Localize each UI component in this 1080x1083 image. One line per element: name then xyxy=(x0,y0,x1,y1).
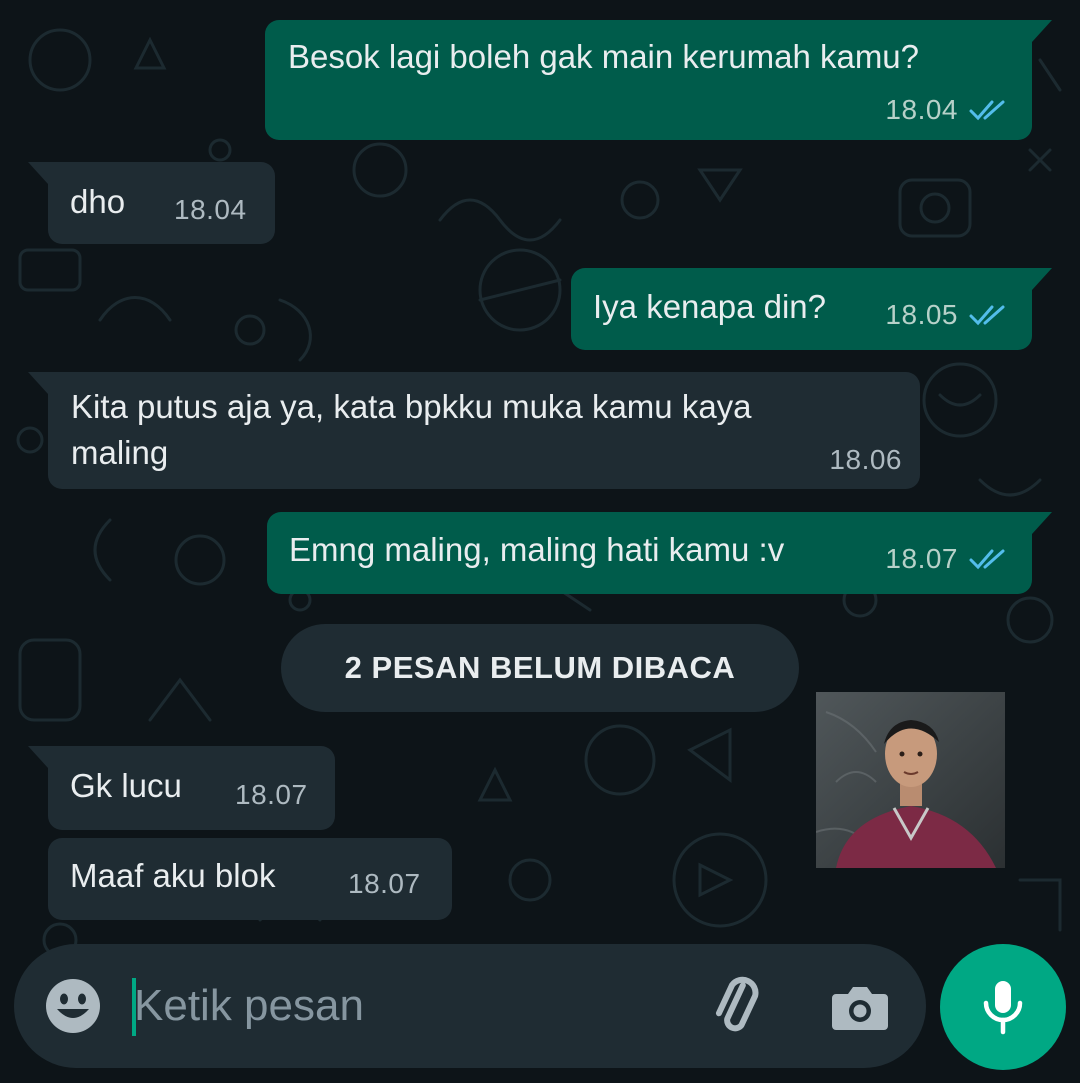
message-time: 18.04 xyxy=(885,94,958,125)
camera-icon[interactable] xyxy=(830,976,890,1036)
message-time: 18.06 xyxy=(829,444,902,475)
message-time: 18.07 xyxy=(235,779,308,810)
message-text: Maaf aku blok xyxy=(70,857,276,894)
message-text: Gk lucu xyxy=(70,767,182,804)
double-check-icon xyxy=(969,100,1005,121)
emoji-icon[interactable] xyxy=(44,977,102,1035)
message-meta: 18.06 xyxy=(829,444,902,476)
message-meta: 18.04 xyxy=(174,194,247,226)
message-time: 18.05 xyxy=(885,299,958,330)
message-bubble-incoming[interactable]: dho 18.04 xyxy=(28,162,275,244)
message-meta: 18.07 xyxy=(348,868,421,900)
message-bubble-outgoing[interactable]: Besok lagi boleh gak main kerumah kamu? … xyxy=(265,20,1052,140)
message-meta: 18.07 xyxy=(235,779,308,811)
person-photo xyxy=(816,692,1005,868)
message-text: Emng maling, maling hati kamu :v xyxy=(289,531,785,568)
message-text-line: Kita putus aja ya, kata bpkku muka kamu … xyxy=(71,388,752,425)
message-bubble-incoming[interactable]: Gk lucu 18.07 xyxy=(28,746,335,830)
message-text-line: maling xyxy=(71,434,169,471)
bubble-tail xyxy=(28,372,48,394)
message-time: 18.07 xyxy=(885,543,958,574)
message-meta: 18.04 xyxy=(885,94,1010,126)
bubble-tail xyxy=(1032,512,1052,534)
message-text: Besok lagi boleh gak main kerumah kamu? xyxy=(288,38,920,75)
message-bubble-outgoing[interactable]: Iya kenapa din? 18.05 xyxy=(571,268,1052,350)
message-time: 18.07 xyxy=(348,868,421,899)
paperclip-icon[interactable] xyxy=(706,974,772,1040)
message-bubble-incoming[interactable]: Kita putus aja ya, kata bpkku muka kamu … xyxy=(28,372,920,489)
bubble-tail xyxy=(1032,20,1052,42)
message-meta: 18.07 xyxy=(885,543,1010,575)
message-input[interactable] xyxy=(134,968,694,1044)
message-text: dho xyxy=(70,183,126,220)
message-text: Iya kenapa din? xyxy=(593,288,827,325)
bubble-tail xyxy=(1032,268,1052,290)
message-time: 18.04 xyxy=(174,194,247,225)
message-bubble-incoming[interactable]: Maaf aku blok 18.07 xyxy=(48,838,452,920)
message-composer xyxy=(14,944,926,1068)
double-check-icon xyxy=(969,549,1005,570)
bubble-tail xyxy=(28,162,48,184)
bubble-tail xyxy=(28,746,48,768)
unread-messages-banner: 2 PESAN BELUM DIBACA xyxy=(281,624,799,712)
double-check-icon xyxy=(969,305,1005,326)
microphone-button[interactable] xyxy=(940,944,1066,1070)
microphone-icon xyxy=(983,981,1023,1035)
photo-sticker[interactable] xyxy=(816,692,1005,868)
message-bubble-outgoing[interactable]: Emng maling, maling hati kamu :v 18.07 xyxy=(267,512,1052,594)
message-meta: 18.05 xyxy=(885,299,1010,331)
